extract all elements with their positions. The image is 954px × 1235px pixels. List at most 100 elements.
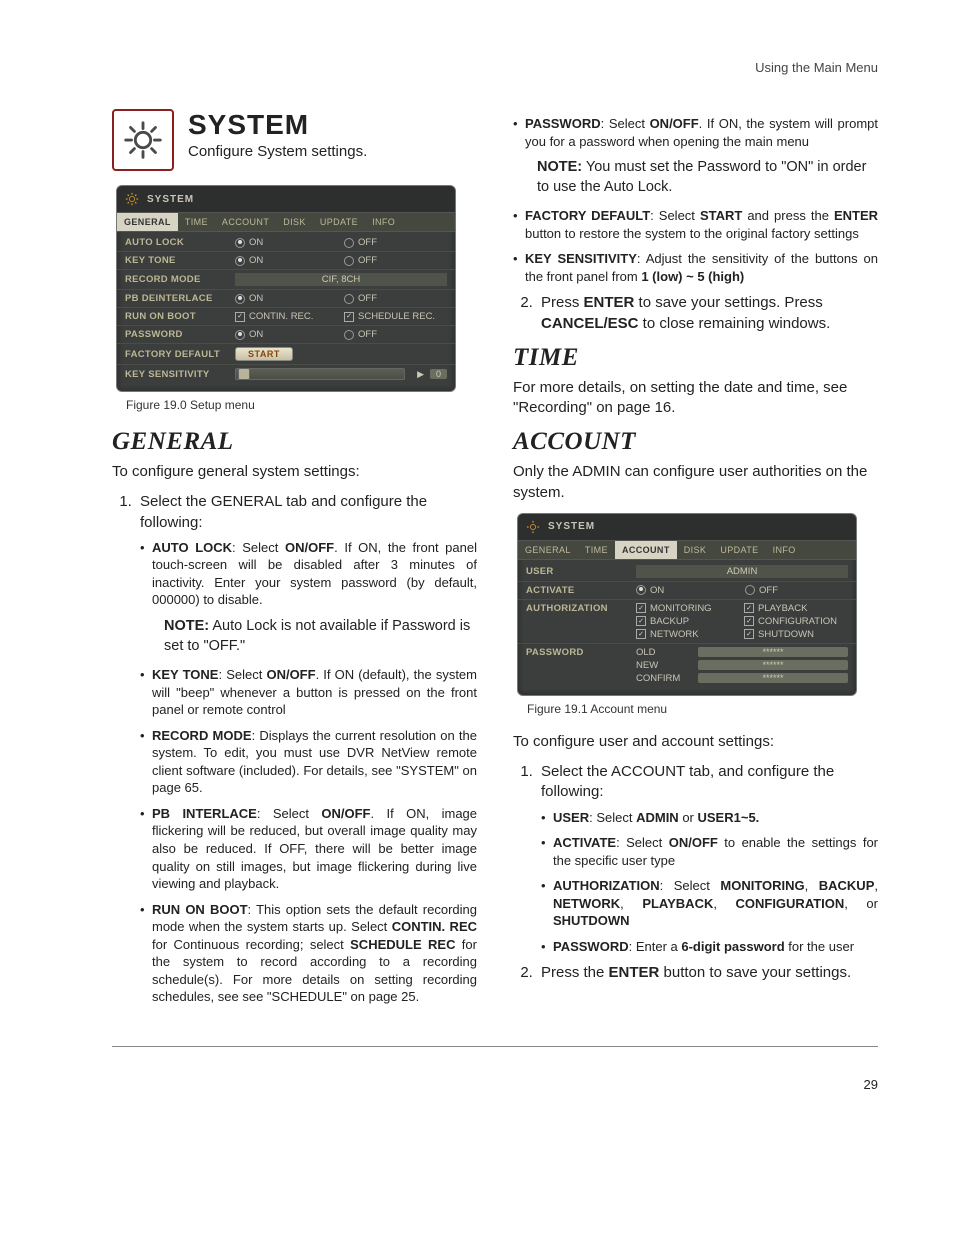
pwd-confirm-label: CONFIRM xyxy=(636,673,692,684)
screenshot-tabs: GENERAL TIME ACCOUNT DISK UPDATE INFO xyxy=(518,540,856,560)
opt-off: OFF xyxy=(759,585,778,596)
checkbox-icon xyxy=(235,312,245,322)
figure-19-0-caption: Figure 19.0 Setup menu xyxy=(126,398,477,412)
screenshot-title: SYSTEM xyxy=(548,521,595,532)
tab-account: ACCOUNT xyxy=(615,541,677,559)
record-mode-value: CIF, 8CH xyxy=(235,273,447,286)
tab-update: UPDATE xyxy=(713,541,765,559)
key-sens-value: 0 xyxy=(430,369,447,379)
bullet-authorization: AUTHORIZATION: Select MONITORING, BACKUP… xyxy=(541,877,878,930)
checkbox-icon xyxy=(344,312,354,322)
checkbox-icon xyxy=(636,629,646,639)
note-password: NOTE: You must set the Password to "ON" … xyxy=(537,158,878,197)
account-lead: To configure user and account settings: xyxy=(513,732,878,752)
auth-network: NETWORK xyxy=(650,629,699,640)
opt-contin: CONTIN. REC. xyxy=(249,311,313,322)
bullet-key-sensitivity: KEY SENSITIVITY: Adjust the sensitivity … xyxy=(513,250,878,285)
general-intro: To configure general system settings: xyxy=(112,462,477,482)
bullet-key-tone: KEY TONE: Select ON/OFF. If ON (default)… xyxy=(140,666,477,719)
row-label: PASSWORD xyxy=(526,647,630,658)
footer-rule xyxy=(112,1046,878,1047)
tab-info: INFO xyxy=(365,213,402,231)
page-number: 29 xyxy=(112,1077,878,1092)
bullet-account-password: PASSWORD: Enter a 6-digit password for t… xyxy=(541,938,878,956)
figure-19-1-screenshot: SYSTEM GENERAL TIME ACCOUNT DISK UPDATE … xyxy=(517,513,857,696)
user-value: ADMIN xyxy=(636,565,848,578)
checkbox-icon xyxy=(744,616,754,626)
system-gear-icon xyxy=(112,109,174,171)
bullet-record-mode: RECORD MODE: Displays the current resolu… xyxy=(140,727,477,797)
radio-icon xyxy=(344,294,354,304)
checkbox-icon xyxy=(744,629,754,639)
opt-off: OFF xyxy=(358,255,377,266)
checkbox-icon xyxy=(744,603,754,613)
bullet-user: USER: Select ADMIN or USER1~5. xyxy=(541,809,878,827)
pwd-old-label: OLD xyxy=(636,647,692,658)
time-body: For more details, on setting the date an… xyxy=(513,378,878,419)
auth-shutdown: SHUTDOWN xyxy=(758,629,814,640)
tab-update: UPDATE xyxy=(313,213,365,231)
bullet-run-on-boot: RUN ON BOOT: This option sets the defaul… xyxy=(140,901,477,1006)
step-text: Select the GENERAL tab and configure the… xyxy=(140,493,427,530)
auth-config: CONFIGURATION xyxy=(758,616,837,627)
opt-off: OFF xyxy=(358,237,377,248)
radio-icon xyxy=(235,294,245,304)
radio-icon xyxy=(344,330,354,340)
bullet-activate: ACTIVATE: Select ON/OFF to enable the se… xyxy=(541,834,878,869)
general-step-2: Press ENTER to save your settings. Press… xyxy=(537,293,878,334)
running-header: Using the Main Menu xyxy=(112,60,878,75)
tab-disk: DISK xyxy=(677,541,714,559)
slider xyxy=(235,368,405,380)
checkbox-icon xyxy=(636,616,646,626)
radio-icon xyxy=(344,256,354,266)
auth-playback: PLAYBACK xyxy=(758,603,807,614)
tab-general: GENERAL xyxy=(117,213,178,231)
system-heading: SYSTEM xyxy=(188,109,367,141)
account-intro: Only the ADMIN can configure user author… xyxy=(513,462,878,503)
auth-monitoring: MONITORING xyxy=(650,603,712,614)
account-heading: ACCOUNT xyxy=(513,428,878,456)
pwd-field: ****** xyxy=(698,673,848,683)
row-label: PB DEINTERLACE xyxy=(125,293,229,304)
opt-off: OFF xyxy=(358,293,377,304)
opt-off: OFF xyxy=(358,329,377,340)
row-label: RUN ON BOOT xyxy=(125,311,229,322)
note-auto-lock: NOTE: Auto Lock is not available if Pass… xyxy=(164,617,477,656)
radio-icon xyxy=(235,330,245,340)
bullet-factory-default: FACTORY DEFAULT: Select START and press … xyxy=(513,207,878,242)
opt-on: ON xyxy=(650,585,664,596)
row-label: RECORD MODE xyxy=(125,274,229,285)
radio-icon xyxy=(235,256,245,266)
gear-icon xyxy=(125,192,139,206)
opt-on: ON xyxy=(249,293,263,304)
system-subtitle: Configure System settings. xyxy=(188,143,367,160)
tab-time: TIME xyxy=(178,213,215,231)
opt-schedule: SCHEDULE REC. xyxy=(358,311,435,322)
time-heading: TIME xyxy=(513,344,878,372)
row-label: KEY SENSITIVITY xyxy=(125,369,229,380)
row-label: USER xyxy=(526,566,630,577)
account-step-1: Select the ACCOUNT tab, and configure th… xyxy=(537,762,878,955)
checkbox-icon xyxy=(636,603,646,613)
bullet-auto-lock: AUTO LOCK: Select ON/OFF. If ON, the fro… xyxy=(140,539,477,609)
figure-19-1-caption: Figure 19.1 Account menu xyxy=(527,702,878,716)
row-label: FACTORY DEFAULT xyxy=(125,349,229,360)
opt-on: ON xyxy=(249,255,263,266)
row-label: AUTO LOCK xyxy=(125,237,229,248)
auth-backup: BACKUP xyxy=(650,616,689,627)
account-step-2: Press the ENTER button to save your sett… xyxy=(537,963,878,983)
screenshot-tabs: GENERAL TIME ACCOUNT DISK UPDATE INFO xyxy=(117,212,455,232)
pwd-field: ****** xyxy=(698,647,848,657)
screenshot-title: SYSTEM xyxy=(147,194,194,205)
row-label: ACTIVATE xyxy=(526,585,630,596)
radio-icon xyxy=(344,238,354,248)
tab-account: ACCOUNT xyxy=(215,213,276,231)
general-step-1: Select the GENERAL tab and configure the… xyxy=(136,492,477,1006)
pwd-new-label: NEW xyxy=(636,660,692,671)
tab-general: GENERAL xyxy=(518,541,578,559)
tab-info: INFO xyxy=(766,541,803,559)
tab-disk: DISK xyxy=(276,213,313,231)
opt-on: ON xyxy=(249,237,263,248)
row-label: PASSWORD xyxy=(125,329,229,340)
opt-on: ON xyxy=(249,329,263,340)
